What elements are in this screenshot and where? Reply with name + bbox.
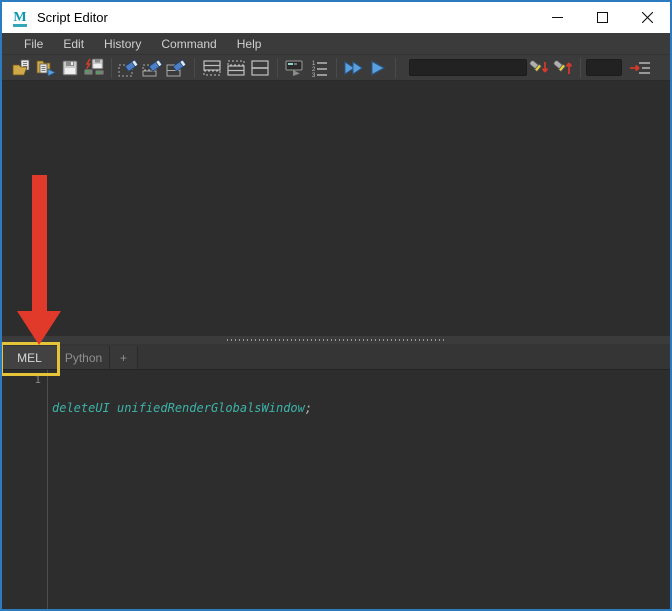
clear-input-icon[interactable] — [141, 57, 165, 79]
add-tab-button[interactable]: + — [110, 346, 138, 369]
pane-split-icon[interactable] — [248, 57, 272, 79]
line-numbers-icon[interactable]: 1 2 3 — [307, 57, 331, 79]
toolbar-separator — [194, 57, 195, 78]
echo-commands-icon[interactable] — [283, 57, 307, 79]
code-separator — [110, 401, 117, 415]
line-number-gutter: 1 — [2, 370, 48, 609]
window-title: Script Editor — [37, 10, 108, 25]
search-down-icon[interactable] — [527, 57, 551, 79]
annotation-arrow-head-icon — [17, 311, 61, 345]
clear-all-icon[interactable] — [165, 57, 189, 79]
menu-file[interactable]: File — [14, 33, 53, 54]
code-line: deleteUI unifiedRenderGlobalsWindow; — [52, 401, 670, 415]
close-button[interactable] — [625, 2, 670, 33]
annotation-highlight-box — [2, 342, 60, 376]
window-controls — [535, 2, 670, 33]
splitter-grip-icon — [227, 339, 445, 341]
save-script-icon[interactable] — [58, 57, 82, 79]
clear-history-icon[interactable] — [117, 57, 141, 79]
toolbar: 1 2 3 — [2, 55, 670, 81]
minimize-button[interactable] — [535, 2, 580, 33]
menu-help[interactable]: Help — [227, 33, 272, 54]
maximize-button[interactable] — [580, 2, 625, 33]
code-argument: unifiedRenderGlobalsWindow — [117, 401, 305, 415]
tab-bar: MEL Python + — [2, 344, 670, 370]
toolbar-separator — [336, 57, 337, 78]
code-editor[interactable]: deleteUI unifiedRenderGlobalsWindow; — [48, 370, 670, 609]
execute-icon[interactable] — [366, 57, 390, 79]
toolbar-separator — [277, 57, 278, 78]
toolbar-separator — [395, 57, 396, 78]
annotation-arrow-shaft — [32, 175, 47, 312]
menu-history[interactable]: History — [94, 33, 151, 54]
open-script-icon[interactable] — [10, 57, 34, 79]
menu-edit[interactable]: Edit — [53, 33, 94, 54]
code-command: deleteUI — [52, 401, 110, 415]
save-to-shelf-icon[interactable] — [82, 57, 106, 79]
menu-command[interactable]: Command — [151, 33, 226, 54]
execute-all-icon[interactable] — [342, 57, 366, 79]
toolbar-separator — [580, 57, 581, 78]
history-pane[interactable] — [2, 81, 670, 336]
load-script-icon[interactable] — [34, 57, 58, 79]
tab-python[interactable]: Python — [58, 346, 110, 369]
svg-text:3: 3 — [312, 73, 316, 77]
script-editor-window: M Script Editor File Edit History Comman… — [0, 0, 672, 611]
pane-splitter[interactable] — [2, 336, 670, 344]
goto-line-icon[interactable] — [628, 57, 652, 79]
menu-bar: File Edit History Command Help — [2, 33, 670, 55]
title-bar: M Script Editor — [2, 2, 670, 33]
toolbar-separator — [111, 57, 112, 78]
code-terminator: ; — [304, 401, 313, 415]
goto-line-input[interactable] — [586, 59, 622, 76]
maya-logo-icon: M — [11, 8, 29, 27]
search-up-icon[interactable] — [551, 57, 575, 79]
pane-input-only-icon[interactable] — [200, 57, 224, 79]
pane-history-only-icon[interactable] — [224, 57, 248, 79]
search-input[interactable] — [409, 59, 527, 76]
input-pane[interactable]: 1 deleteUI unifiedRenderGlobalsWindow; — [2, 370, 670, 609]
